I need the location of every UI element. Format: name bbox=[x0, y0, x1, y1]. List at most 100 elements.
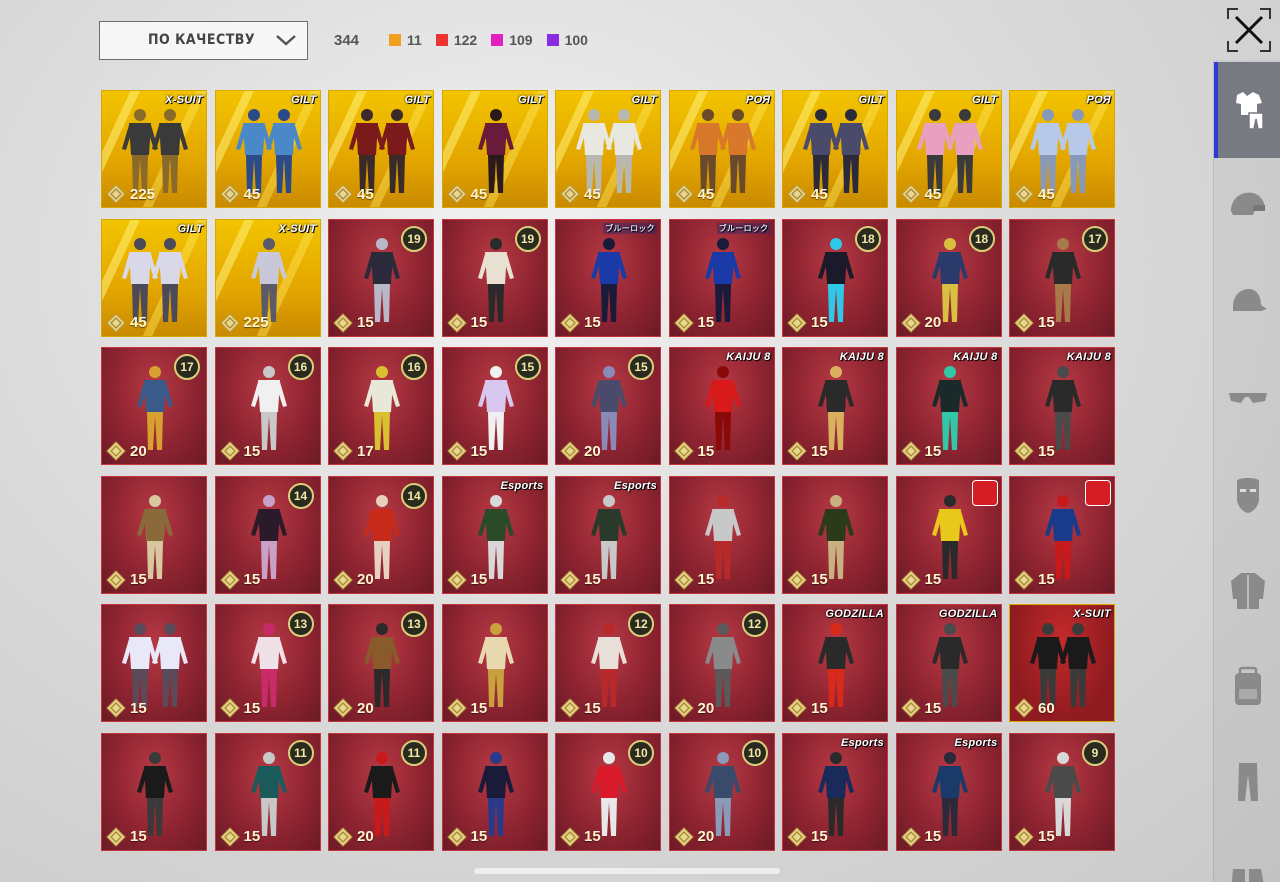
price-value: 15 bbox=[811, 314, 828, 331]
category-helmet[interactable] bbox=[1214, 158, 1280, 254]
item-card[interactable]: GILT 45 bbox=[101, 218, 207, 337]
item-card[interactable]: 12 15 bbox=[555, 604, 661, 722]
price-value: 15 bbox=[584, 699, 601, 717]
item-price: 45 bbox=[106, 312, 147, 333]
item-price: 15 bbox=[673, 441, 714, 461]
item-card[interactable]: 11 20 bbox=[328, 732, 434, 851]
coin-icon bbox=[560, 569, 580, 590]
category-shoes[interactable] bbox=[1214, 830, 1280, 882]
level-badge: 14 bbox=[401, 482, 427, 509]
item-card[interactable]: РОЯ 45 bbox=[1009, 90, 1115, 208]
price-value: 225 bbox=[130, 185, 156, 203]
item-card[interactable]: GILT 45 bbox=[895, 90, 1002, 208]
item-card[interactable]: Esports 15 bbox=[441, 475, 548, 594]
item-price: 15 bbox=[787, 569, 828, 590]
item-price: 45 bbox=[560, 184, 601, 204]
item-card[interactable]: ブルーロック 15 bbox=[668, 218, 775, 337]
item-card[interactable]: X-SUIT 225 bbox=[214, 218, 321, 337]
outfit-icon bbox=[1235, 92, 1264, 130]
category-glasses[interactable] bbox=[1214, 350, 1280, 446]
category-mask[interactable] bbox=[1214, 446, 1280, 542]
item-card[interactable]: 11 15 bbox=[214, 732, 321, 851]
item-card[interactable]: 15 bbox=[101, 475, 207, 594]
item-price: 20 bbox=[673, 698, 714, 718]
category-sidebar bbox=[1213, 60, 1280, 882]
price-value: 45 bbox=[697, 185, 715, 203]
item-card[interactable]: Esports 15 bbox=[895, 732, 1002, 851]
item-card[interactable]: 15 bbox=[101, 732, 207, 851]
category-jacket[interactable] bbox=[1214, 542, 1280, 638]
item-card[interactable]: GILT 45 bbox=[555, 90, 661, 208]
item-card[interactable]: GODZILLA 15 bbox=[782, 604, 888, 722]
price-value: 15 bbox=[130, 699, 147, 717]
item-card[interactable]: 9 15 bbox=[1009, 732, 1115, 851]
item-card[interactable]: GILT 45 bbox=[214, 90, 321, 208]
item-card[interactable]: 16 17 bbox=[328, 347, 434, 465]
item-card[interactable]: 19 15 bbox=[441, 218, 548, 337]
item-card[interactable]: 12 20 bbox=[668, 604, 775, 722]
sort-dropdown[interactable]: ПО КАЧЕСТВУ bbox=[99, 20, 308, 60]
price-value: 15 bbox=[924, 442, 942, 460]
item-card[interactable]: KAIJU 8 15 bbox=[1009, 347, 1115, 465]
item-card[interactable]: GILT 45 bbox=[441, 90, 548, 208]
price-value: 15 bbox=[584, 828, 601, 845]
category-pants[interactable] bbox=[1214, 734, 1280, 830]
item-card[interactable]: ブルーロック 15 bbox=[555, 218, 661, 337]
coin-icon bbox=[560, 698, 580, 718]
item-price: 15 bbox=[900, 698, 941, 718]
level-badge: 14 bbox=[287, 482, 314, 509]
coin-icon bbox=[673, 184, 694, 204]
collab-logo: GILT bbox=[404, 94, 430, 106]
jacket-icon bbox=[1230, 573, 1265, 609]
item-card[interactable]: 15 bbox=[782, 475, 888, 594]
item-card[interactable]: KAIJU 8 15 bbox=[782, 347, 888, 465]
item-card[interactable]: 18 15 bbox=[782, 218, 888, 337]
price-value: 45 bbox=[584, 185, 601, 203]
item-card[interactable]: KAIJU 8 15 bbox=[668, 347, 775, 465]
item-card[interactable]: Esports 15 bbox=[782, 732, 888, 851]
collab-logo: X-SUIT bbox=[165, 94, 203, 106]
item-card[interactable]: 15 bbox=[441, 604, 548, 722]
price-value: 45 bbox=[1038, 185, 1055, 203]
rarity-swatch bbox=[435, 34, 448, 46]
item-card[interactable]: GILT 45 bbox=[328, 90, 434, 208]
item-card[interactable]: GODZILLA 15 bbox=[895, 604, 1002, 722]
item-card[interactable]: 15 bbox=[1009, 475, 1115, 594]
item-card[interactable]: 15 bbox=[668, 475, 775, 594]
item-card[interactable]: KAIJU 8 15 bbox=[895, 347, 1002, 465]
category-outfit[interactable] bbox=[1214, 62, 1280, 158]
item-card[interactable]: 10 20 bbox=[668, 732, 775, 851]
scrollbar-thumb[interactable] bbox=[474, 868, 780, 874]
item-card[interactable]: X-SUIT 225 bbox=[101, 90, 207, 208]
item-card[interactable]: 16 15 bbox=[214, 347, 321, 465]
item-card[interactable]: 15 bbox=[895, 475, 1002, 594]
item-card[interactable]: Esports 15 bbox=[555, 475, 661, 594]
item-card[interactable]: 18 20 bbox=[895, 218, 1002, 337]
item-card[interactable]: 14 15 bbox=[214, 475, 321, 594]
category-backpack[interactable] bbox=[1214, 638, 1280, 734]
item-price: 20 bbox=[900, 312, 941, 333]
item-card[interactable]: 19 15 bbox=[328, 218, 434, 337]
item-card[interactable]: РОЯ 45 bbox=[668, 90, 775, 208]
item-card[interactable]: 10 15 bbox=[555, 732, 661, 851]
price-value: 15 bbox=[470, 699, 488, 717]
coin-icon bbox=[446, 826, 467, 847]
item-card[interactable]: 15 20 bbox=[555, 347, 661, 465]
category-cap[interactable] bbox=[1214, 254, 1280, 350]
level-badge: 12 bbox=[628, 611, 654, 637]
coin-icon bbox=[900, 184, 921, 204]
item-card[interactable]: 17 15 bbox=[1009, 218, 1115, 337]
close-button[interactable] bbox=[1226, 7, 1272, 53]
item-card[interactable]: X-SUIT 60 bbox=[1009, 604, 1115, 722]
item-card[interactable]: 14 20 bbox=[328, 475, 434, 594]
item-card[interactable]: 15 bbox=[441, 732, 548, 851]
item-card[interactable]: 15 bbox=[101, 604, 207, 722]
item-card[interactable]: 17 20 bbox=[101, 347, 207, 465]
item-card[interactable]: 15 15 bbox=[441, 347, 548, 465]
item-card[interactable]: 13 20 bbox=[328, 604, 434, 722]
item-card[interactable]: GILT 45 bbox=[782, 90, 888, 208]
item-card[interactable]: 13 15 bbox=[214, 604, 321, 722]
price-value: 45 bbox=[130, 314, 147, 331]
coin-icon bbox=[219, 698, 240, 718]
price-value: 15 bbox=[1038, 828, 1055, 845]
